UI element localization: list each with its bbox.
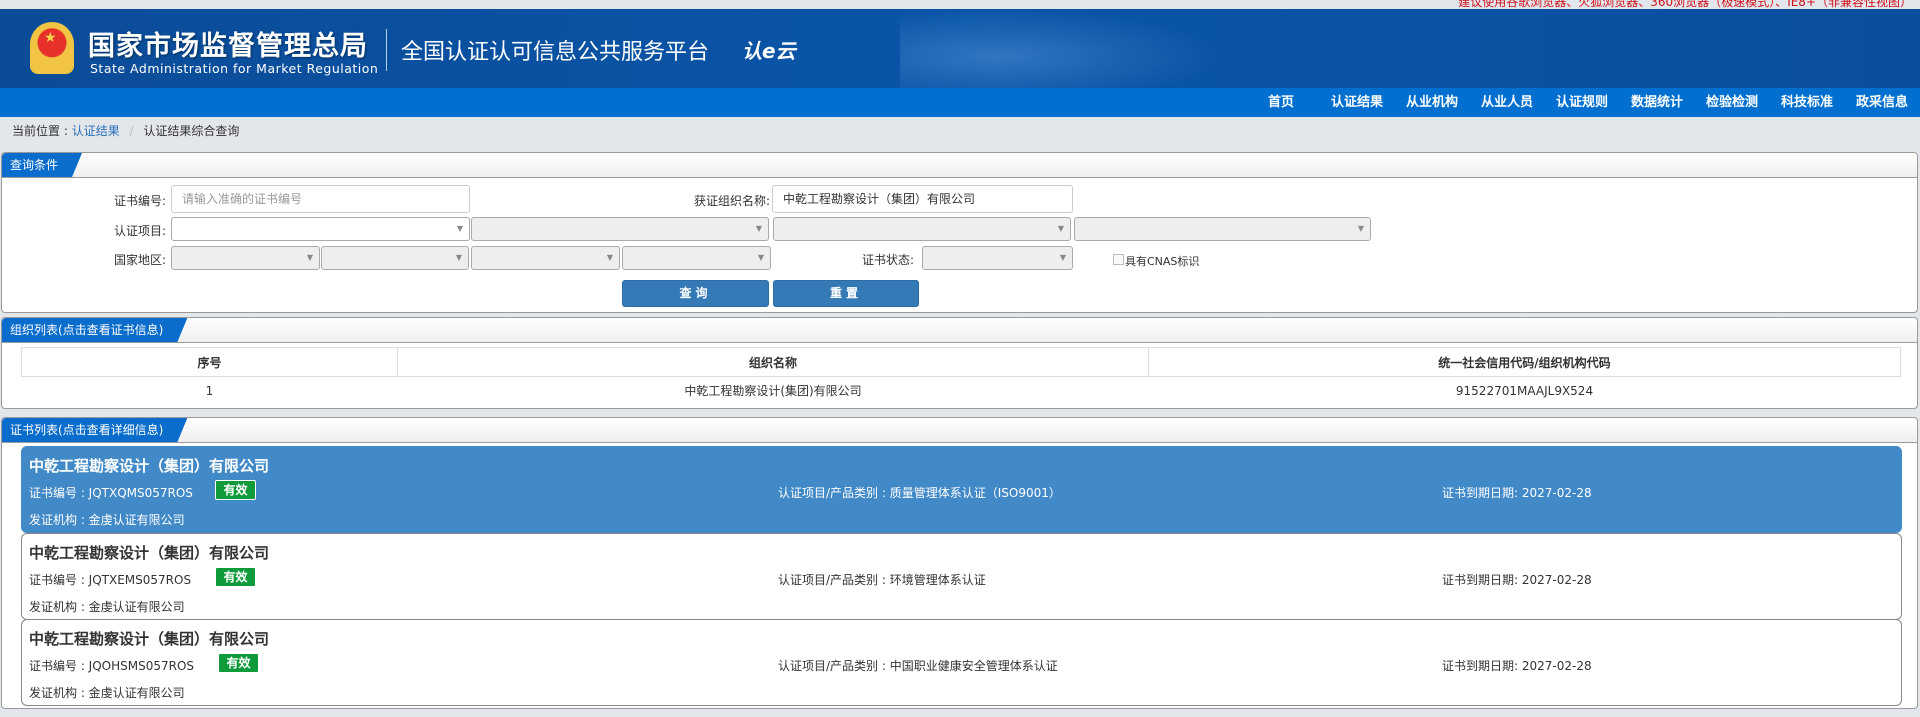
nav-cert-results[interactable]: 认证结果: [1331, 88, 1383, 117]
region-select-2[interactable]: ▼: [321, 246, 469, 270]
table-row[interactable]: 1 中乾工程勘察设计(集团)有限公司 91522701MAAJL9X524: [22, 377, 1901, 405]
region-select-4[interactable]: ▼: [622, 246, 771, 270]
panel-title: 组织列表(点击查看证书信息): [2, 318, 187, 342]
cert-no-label: 证书编号:: [113, 194, 166, 208]
cert-issuer: 发证机构 : 金虔认证有限公司: [29, 513, 185, 527]
search-button[interactable]: 查询: [622, 280, 769, 307]
cert-no-input[interactable]: 请输入准确的证书编号: [171, 185, 470, 213]
region-select-1[interactable]: ▼: [171, 246, 320, 270]
breadcrumb: 当前位置 : 认证结果 / 认证结果综合查询: [12, 117, 239, 145]
org-name-label: 获证组织名称:: [693, 194, 770, 208]
table-header-row: 序号 组织名称 统一社会信用代码/组织机构代码: [21, 347, 1901, 377]
agency-subtitle: State Administration for Market Regulati…: [90, 61, 379, 76]
platform-title: 全国认证认可信息公共服务平台: [401, 40, 710, 65]
status-badge: 有效: [215, 567, 256, 587]
cert-item-select-4[interactable]: ▼: [1074, 217, 1371, 241]
chevron-down-icon: ▼: [306, 253, 313, 262]
nav-procurement[interactable]: 政采信息: [1856, 88, 1908, 117]
header-divider: [386, 29, 387, 71]
cert-category: 认证项目/产品类别 : 环境管理体系认证: [778, 573, 986, 587]
cell-index: 1: [205, 383, 214, 398]
cell-org-name[interactable]: 中乾工程勘察设计(集团)有限公司: [398, 377, 1149, 405]
cert-item-select-2[interactable]: ▼: [471, 217, 769, 241]
agency-title: 国家市场监督管理总局: [88, 31, 368, 62]
nav-cert-rules[interactable]: 认证规则: [1556, 88, 1608, 117]
cert-card[interactable]: 中乾工程勘察设计（集团）有限公司 证书编号 : JQOHSMS057ROS 有效…: [21, 619, 1902, 706]
breadcrumb-prefix: 当前位置 :: [12, 124, 68, 138]
panel-header: 查询条件: [2, 153, 1917, 178]
cert-item-select-3[interactable]: ▼: [773, 217, 1071, 241]
cert-category: 认证项目/产品类别 : 质量管理体系认证（ISO9001）: [778, 486, 1061, 500]
browser-notice: 建议使用谷歌浏览器、火狐浏览器、360浏览器（极速模式）、IE8+（非兼容性视图…: [1458, 0, 1912, 9]
chevron-down-icon: ▼: [1057, 224, 1064, 233]
cert-item-select-1[interactable]: ▼: [171, 217, 470, 241]
nav-standards[interactable]: 科技标准: [1781, 88, 1833, 117]
cert-expiry: 证书到期日期: 2027-02-28: [1442, 486, 1592, 500]
nav-home[interactable]: 首页: [1268, 88, 1294, 117]
cert-issuer: 发证机构 : 金虔认证有限公司: [29, 686, 185, 700]
chevron-down-icon: ▼: [456, 224, 463, 233]
nav-inspection[interactable]: 检验检测: [1706, 88, 1758, 117]
cert-list-panel: 证书列表(点击查看详细信息) 中乾工程勘察设计（集团）有限公司 证书编号 : J…: [1, 417, 1918, 709]
cert-card[interactable]: 中乾工程勘察设计（集团）有限公司 证书编号 : JQTXEMS057ROS 有效…: [21, 533, 1902, 620]
status-badge: 有效: [215, 480, 256, 500]
cert-category: 认证项目/产品类别 : 中国职业健康安全管理体系认证: [778, 659, 1058, 673]
breadcrumb-link-cert-results[interactable]: 认证结果: [72, 124, 120, 138]
org-table: 序号 组织名称 统一社会信用代码/组织机构代码 1 中乾工程勘察设计(集团)有限…: [21, 347, 1901, 405]
cnas-label: 具有CNAS标识: [1125, 255, 1200, 268]
national-emblem-icon: ★: [30, 22, 74, 74]
cert-item-label: 认证项目:: [113, 224, 166, 238]
chevron-down-icon: ▼: [455, 253, 462, 262]
cert-org-name: 中乾工程勘察设计（集团）有限公司: [29, 457, 270, 475]
renyun-logo: 认e云: [742, 39, 796, 63]
nav-institutions[interactable]: 从业机构: [1406, 88, 1458, 117]
breadcrumb-current: 认证结果综合查询: [143, 124, 240, 138]
col-org-name: 组织名称: [397, 347, 1149, 377]
cert-number: 证书编号 : JQTXQMS057ROS: [29, 486, 193, 500]
nav-personnel[interactable]: 从业人员: [1481, 88, 1533, 117]
chevron-down-icon: ▼: [757, 253, 764, 262]
region-select-3[interactable]: ▼: [471, 246, 620, 270]
panel-title: 查询条件: [2, 153, 82, 177]
cnas-checkbox[interactable]: [1113, 254, 1124, 265]
nav-statistics[interactable]: 数据统计: [1631, 88, 1683, 117]
cert-issuer: 发证机构 : 金虔认证有限公司: [29, 600, 185, 614]
browser-notice-bar: 建议使用谷歌浏览器、火狐浏览器、360浏览器（极速模式）、IE8+（非兼容性视图…: [0, 0, 1920, 9]
cert-org-name: 中乾工程勘察设计（集团）有限公司: [29, 630, 270, 648]
cert-org-name: 中乾工程勘察设计（集团）有限公司: [29, 544, 270, 562]
chevron-down-icon: ▼: [606, 253, 613, 262]
chevron-down-icon: ▼: [755, 224, 762, 233]
cert-number: 证书编号 : JQOHSMS057ROS: [29, 659, 195, 673]
cert-card[interactable]: 中乾工程勘察设计（集团）有限公司 证书编号 : JQTXQMS057ROS 有效…: [21, 446, 1902, 533]
main-nav: 首页 认证结果 从业机构 从业人员 认证规则 数据统计 检验检测 科技标准 政采…: [0, 88, 1920, 117]
chevron-down-icon: ▼: [1357, 224, 1364, 233]
cert-expiry: 证书到期日期: 2027-02-28: [1442, 659, 1592, 673]
panel-header: 证书列表(点击查看详细信息): [2, 418, 1917, 443]
cert-status-label: 证书状态:: [861, 253, 914, 267]
panel-header: 组织列表(点击查看证书信息): [2, 318, 1917, 343]
org-name-input[interactable]: 中乾工程勘察设计（集团）有限公司: [772, 185, 1073, 213]
chevron-down-icon: ▼: [1059, 253, 1066, 262]
status-badge: 有效: [218, 653, 259, 673]
cert-expiry: 证书到期日期: 2027-02-28: [1442, 573, 1592, 587]
site-header: ★ 国家市场监督管理总局 State Administration for Ma…: [0, 9, 1920, 88]
col-index: 序号: [21, 347, 398, 377]
panel-title: 证书列表(点击查看详细信息): [2, 418, 187, 442]
breadcrumb-separator: /: [129, 124, 134, 138]
header-decoration: [900, 9, 1220, 88]
cell-credit-code: 91522701MAAJL9X524: [1455, 383, 1594, 398]
reset-button[interactable]: 重置: [773, 280, 919, 307]
region-label: 国家地区:: [113, 253, 166, 267]
cert-status-select[interactable]: ▼: [922, 246, 1073, 270]
org-list-panel: 组织列表(点击查看证书信息) 序号 组织名称 统一社会信用代码/组织机构代码 1…: [1, 317, 1918, 409]
col-credit-code: 统一社会信用代码/组织机构代码: [1148, 347, 1901, 377]
cert-number: 证书编号 : JQTXEMS057ROS: [29, 573, 192, 587]
